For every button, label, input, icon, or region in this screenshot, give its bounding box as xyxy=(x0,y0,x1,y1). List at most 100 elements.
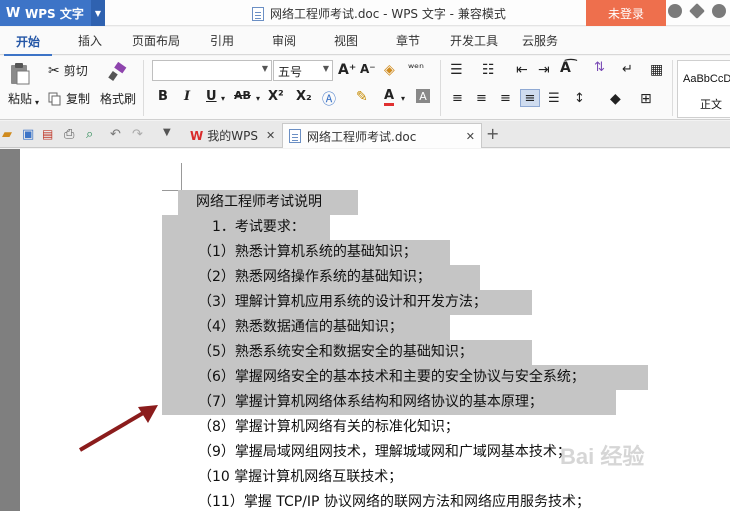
close-icon[interactable]: ✕ xyxy=(266,129,275,142)
superscript-button[interactable]: X² xyxy=(268,89,284,104)
document-icon xyxy=(289,129,301,143)
titlebar-icons xyxy=(668,3,726,19)
print-preview-icon[interactable]: ⌕ xyxy=(86,127,100,142)
copy-button[interactable]: 复制 xyxy=(48,90,90,107)
title-bar: W WPS 文字 ▼ 网络工程师考试.doc - WPS 文字 - 兼容模式 未… xyxy=(0,0,730,26)
tab-cloud[interactable]: 云服务 xyxy=(522,32,558,49)
tab-review[interactable]: 审阅 xyxy=(272,32,296,49)
close-icon[interactable]: ✕ xyxy=(466,130,475,143)
format-painter-button[interactable]: 格式刷 xyxy=(100,62,136,107)
tab-document[interactable]: 网络工程师考试.doc ✕ xyxy=(282,123,482,148)
decrease-indent-icon[interactable]: ⇤ xyxy=(516,62,528,78)
bullet-list-icon[interactable]: ☰ xyxy=(450,62,463,78)
tab-insert[interactable]: 插入 xyxy=(78,32,102,49)
print-icon[interactable]: ⎙ xyxy=(64,127,78,142)
align-center-icon[interactable]: ≡ xyxy=(476,91,487,106)
align-left-icon[interactable]: ≡ xyxy=(452,91,463,106)
tab-view[interactable]: 视图 xyxy=(334,32,358,49)
save-icon[interactable]: ▣ xyxy=(22,127,36,142)
italic-button[interactable]: I xyxy=(184,89,190,104)
new-tab-icon[interactable]: + xyxy=(486,124,499,143)
shrink-font-icon[interactable]: A⁻ xyxy=(360,62,376,76)
paragraph-mark-icon[interactable]: ↵ xyxy=(622,62,633,77)
cut-label: 剪切 xyxy=(63,64,88,78)
tab-page-layout[interactable]: 页面布局 xyxy=(132,32,180,49)
bold-button[interactable]: B xyxy=(158,89,168,104)
text-effect-icon[interactable]: Ⓐ xyxy=(322,89,336,109)
font-size-select[interactable]: 五号 ▼ xyxy=(273,60,333,81)
scissors-icon: ✂ xyxy=(48,62,60,79)
border-icon[interactable]: ⊞ xyxy=(640,91,652,107)
change-case-icon[interactable]: A͡ xyxy=(560,60,571,76)
paste-button[interactable]: 粘贴 xyxy=(8,62,32,107)
quick-access-menu-icon[interactable]: ▼ xyxy=(163,127,177,141)
window-title: 网络工程师考试.doc - WPS 文字 - 兼容模式 xyxy=(252,5,506,22)
clear-format-icon[interactable]: ◈ xyxy=(384,62,395,78)
line-spacing-icon[interactable]: ↕ xyxy=(574,91,585,106)
tab-home[interactable]: 开始 xyxy=(4,27,53,56)
copy-label: 复制 xyxy=(66,92,91,106)
watermark: Bai 经验 xyxy=(560,444,645,469)
style-gallery-normal[interactable]: AaBbCcDd 正文 xyxy=(677,60,730,118)
chevron-down-icon[interactable]: ▼ xyxy=(91,0,105,26)
arrow-shaft xyxy=(78,407,152,452)
strikethrough-button[interactable]: AB xyxy=(234,89,251,102)
paste-chevron-icon[interactable]: ▾ xyxy=(35,98,39,107)
app-menu-button[interactable]: W WPS 文字 ▼ xyxy=(0,0,105,26)
divider xyxy=(440,60,441,116)
tab-label: 我的WPS xyxy=(207,129,258,143)
open-folder-icon[interactable]: ▰ xyxy=(2,127,16,142)
login-button[interactable]: 未登录 xyxy=(586,0,666,26)
chevron-down-icon[interactable]: ▾ xyxy=(256,94,260,103)
font-color-button[interactable]: A xyxy=(384,89,395,106)
chevron-down-icon[interactable]: ▾ xyxy=(401,94,405,103)
underline-button[interactable]: U xyxy=(206,89,217,104)
chevron-down-icon: ▼ xyxy=(261,64,268,73)
paragraph-shading-icon[interactable]: ◆ xyxy=(610,91,621,107)
font-size-value: 五号 xyxy=(278,65,303,79)
format-painter-label: 格式刷 xyxy=(100,92,137,106)
app-name: WPS 文字 xyxy=(25,6,84,21)
undo-icon[interactable]: ↶ xyxy=(110,127,124,142)
align-right-icon[interactable]: ≡ xyxy=(500,91,511,106)
brush-icon xyxy=(108,62,127,81)
wps-logo-icon: W xyxy=(5,5,21,21)
redo-icon[interactable]: ↷ xyxy=(132,127,146,142)
chevron-down-icon: ▼ xyxy=(322,64,329,73)
sort-icon[interactable]: ⇅ xyxy=(594,60,605,75)
tab-label: 网络工程师考试.doc xyxy=(307,129,417,144)
cut-button[interactable]: ✂ 剪切 xyxy=(48,62,88,79)
menu-bar: 开始 插入 页面布局 引用 审阅 视图 章节 开发工具 云服务 xyxy=(0,27,730,56)
justify-icon[interactable]: ≡ xyxy=(520,89,540,107)
pinyin-icon[interactable]: ʷᵉⁿ xyxy=(408,61,424,75)
ribbon-toolbar: 粘贴 ▾ ✂ 剪切 复制 格式刷 ▼ 五号 ▼ A⁺ A⁻ ◈ ʷᵉⁿ B I … xyxy=(0,56,730,120)
style-sample-text: AaBbCcDd xyxy=(683,73,730,85)
document-tab-bar: ▰ ▣ ▤ ⎙ ⌕ ↶ ↷ ▼ W 我的WPS ✕ 网络工程师考试.doc ✕ … xyxy=(0,121,730,148)
table-icon[interactable]: ▦ xyxy=(650,62,663,78)
chevron-down-icon[interactable]: ▾ xyxy=(221,94,225,103)
distribute-icon[interactable]: ☰ xyxy=(548,91,560,106)
wps-logo-icon: W xyxy=(190,128,204,143)
subscript-button[interactable]: X₂ xyxy=(296,89,312,104)
style-name: 正文 xyxy=(700,98,722,111)
divider xyxy=(672,60,673,116)
settings-icon[interactable] xyxy=(689,3,705,19)
increase-indent-icon[interactable]: ⇥ xyxy=(538,62,550,78)
tab-developer[interactable]: 开发工具 xyxy=(450,32,498,49)
highlight-icon[interactable]: ✎ xyxy=(356,89,368,105)
numbered-list-icon[interactable]: ☷ xyxy=(482,62,495,78)
skin-icon[interactable] xyxy=(668,4,682,18)
export-pdf-icon[interactable]: ▤ xyxy=(42,127,56,141)
font-name-select[interactable]: ▼ xyxy=(152,60,272,81)
divider xyxy=(143,60,144,116)
char-shading-icon[interactable]: A xyxy=(416,89,430,103)
copy-icon xyxy=(48,92,61,105)
document-icon xyxy=(252,6,264,21)
tab-chapter[interactable]: 章节 xyxy=(396,32,420,49)
help-icon[interactable] xyxy=(712,4,726,18)
tab-references[interactable]: 引用 xyxy=(210,32,234,49)
paste-icon xyxy=(11,63,30,85)
tab-my-wps[interactable]: W 我的WPS ✕ xyxy=(184,123,281,148)
grow-font-icon[interactable]: A⁺ xyxy=(338,62,356,78)
window-title-text: 网络工程师考试.doc - WPS 文字 - 兼容模式 xyxy=(270,7,506,21)
